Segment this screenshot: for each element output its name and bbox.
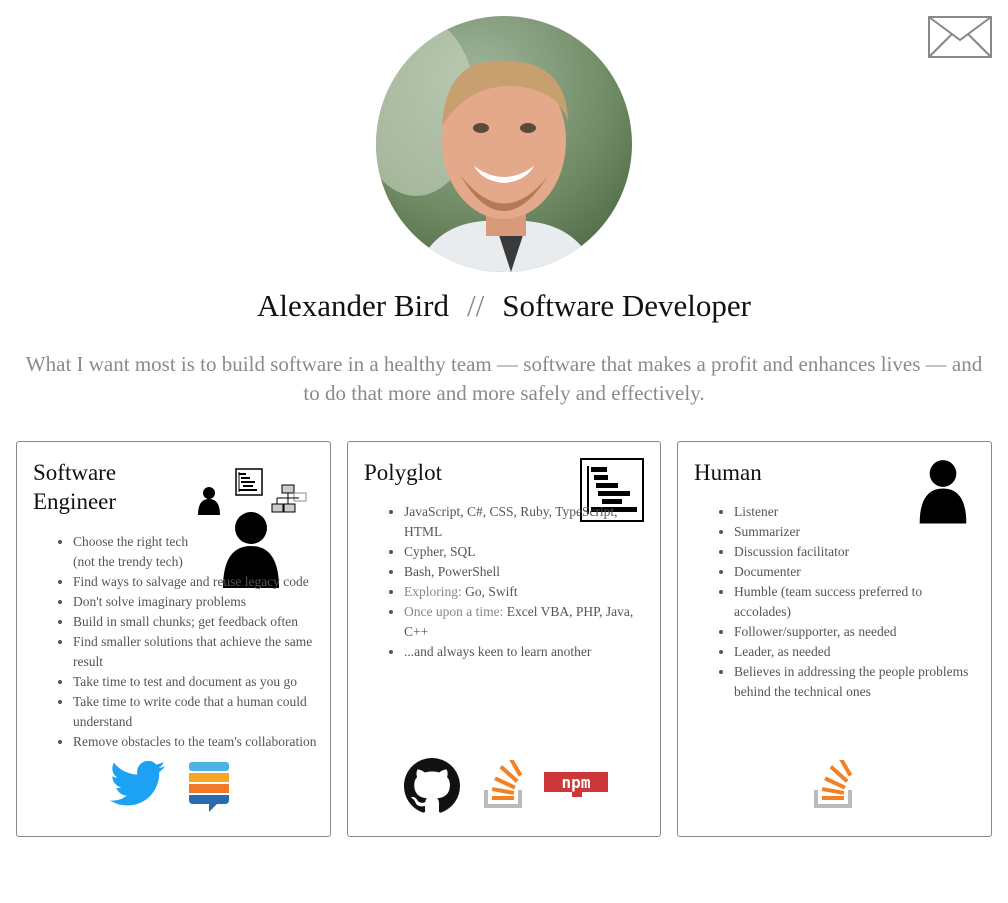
page-title: Alexander Bird // Software Developer (0, 288, 1008, 324)
list-item: Find ways to salvage and reuse legacy co… (73, 572, 323, 592)
engineer-list: Choose the right tech (not the trendy te… (53, 532, 323, 752)
list-item: Take time to test and document as you go (73, 672, 323, 692)
polyglot-list: JavaScript, C#, CSS, Ruby, TypeScript, H… (384, 502, 644, 662)
twitter-icon[interactable] (110, 760, 166, 808)
card-title: Human (694, 460, 762, 485)
list-item: JavaScript, C#, CSS, Ruby, TypeScript, H… (404, 502, 644, 542)
name: Alexander Bird (257, 288, 449, 323)
title-separator: // (466, 288, 485, 323)
language-list: Go, Swift (465, 584, 518, 599)
npm-label: npm (562, 773, 591, 792)
card-software-engineer: Software Engineer Choose the right tech … (16, 441, 331, 837)
list-item: Discussion facilitator (734, 542, 974, 562)
person-icon (198, 487, 220, 515)
list-item: Documenter (734, 562, 974, 582)
human-list: Listener Summarizer Discussion facilitat… (714, 502, 974, 702)
npm-icon[interactable]: npm (544, 772, 608, 798)
card-human: Human Listener Summarizer Discussion fac… (677, 441, 992, 837)
github-icon[interactable] (404, 758, 460, 814)
language-list: JavaScript, C#, CSS, Ruby, TypeScript, H… (404, 504, 618, 539)
list-item: Build in small chunks; get feedback ofte… (73, 612, 323, 632)
list-prefix: Exploring: (404, 584, 462, 599)
list-item: Take time to write code that a human cou… (73, 692, 323, 732)
list-item: Exploring: Go, Swift (404, 582, 644, 602)
card-title: Polyglot (364, 460, 442, 485)
profile-photo (376, 16, 632, 272)
list-item: Cypher, SQL (404, 542, 644, 562)
list-item: Follower/supporter, as needed (734, 622, 974, 642)
role: Software Developer (502, 288, 751, 323)
language-list: Cypher, SQL (404, 544, 476, 559)
list-item: Humble (team success preferred to accola… (734, 582, 974, 622)
list-item: Bash, PowerShell (404, 562, 644, 582)
stackoverflow-icon[interactable] (814, 760, 854, 808)
list-item: Find smaller solutions that achieve the … (73, 632, 323, 672)
list-item: Choose the right tech (not the trendy te… (73, 532, 193, 572)
list-prefix: Once upon a time: (404, 604, 504, 619)
list-item: Believes in addressing the people proble… (734, 662, 974, 702)
gantt-icon (235, 468, 263, 496)
tagline: What I want most is to build software in… (25, 352, 983, 405)
list-item: Don't solve imaginary problems (73, 592, 323, 612)
list-item: Remove obstacles to the team's collabora… (73, 732, 323, 752)
list-item: Summarizer (734, 522, 974, 542)
language-list: Bash, PowerShell (404, 564, 500, 579)
list-item: Leader, as needed (734, 642, 974, 662)
card-title: Software Engineer (33, 460, 117, 514)
card-polyglot: Polyglot JavaScript, C#, CSS, Ruby, Type… (347, 441, 661, 837)
list-item: Listener (734, 502, 974, 522)
list-item: ...and always keen to learn another (404, 642, 644, 662)
stackexchange-icon[interactable] (189, 762, 229, 812)
language-list: ...and always keen to learn another (404, 644, 592, 659)
envelope-icon[interactable] (928, 16, 992, 58)
list-item: Once upon a time: Excel VBA, PHP, Java, … (404, 602, 644, 642)
stackoverflow-icon[interactable] (484, 760, 524, 808)
